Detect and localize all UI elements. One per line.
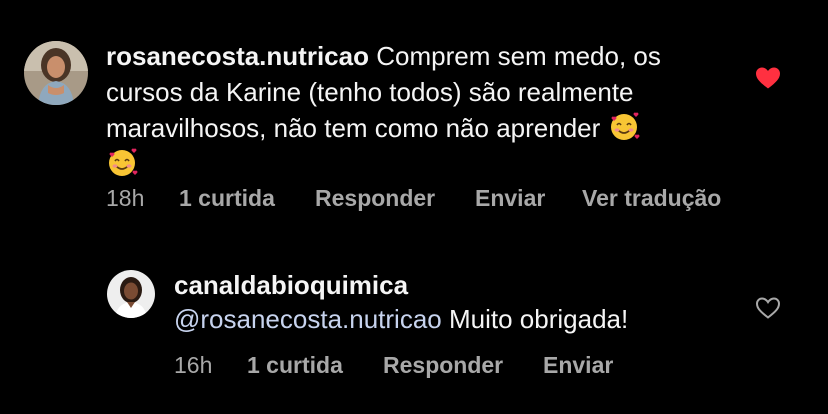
mention-link[interactable]: @rosanecosta.nutricao	[174, 304, 442, 334]
avatar[interactable]	[107, 270, 155, 318]
comment-text-line-3: maravilhosos, não tem como não aprender	[106, 113, 601, 143]
comment-text-line-2: cursos da Karine (tenho todos) são realm…	[106, 77, 634, 107]
comment-item: rosanecosta.nutricao Comprem sem medo, o…	[0, 38, 828, 218]
avatar[interactable]	[24, 41, 88, 105]
comment-likes-count[interactable]: 1 curtida	[179, 185, 275, 212]
reply-button[interactable]: Responder	[315, 185, 435, 212]
send-button[interactable]: Enviar	[543, 352, 613, 379]
like-button[interactable]	[755, 296, 781, 320]
comment-body: rosanecosta.nutricao Comprem sem medo, o…	[106, 38, 728, 182]
smiling-face-with-hearts-icon	[106, 147, 138, 179]
heart-outline-icon	[755, 297, 781, 319]
comment-time: 16h	[174, 352, 213, 378]
like-button[interactable]	[755, 66, 781, 90]
smiling-face-with-hearts-icon	[608, 111, 640, 143]
heart-filled-icon	[756, 67, 780, 89]
reply-comment-item: canaldabioquimica @rosanecosta.nutricao …	[0, 268, 828, 388]
comment-text: Muito obrigada!	[449, 304, 629, 334]
comment-text-line-1: Comprem sem medo, os	[376, 41, 661, 71]
comment-likes-count[interactable]: 1 curtida	[247, 352, 343, 379]
comment-body: canaldabioquimica @rosanecosta.nutricao …	[174, 268, 734, 336]
comments-screen: rosanecosta.nutricao Comprem sem medo, o…	[0, 0, 828, 414]
comment-username[interactable]: rosanecosta.nutricao	[106, 41, 369, 71]
comment-username[interactable]: canaldabioquimica	[174, 270, 408, 300]
send-button[interactable]: Enviar	[475, 185, 545, 212]
comment-time: 18h	[106, 185, 145, 211]
reply-button[interactable]: Responder	[383, 352, 503, 379]
translate-button[interactable]: Ver tradução	[582, 185, 721, 212]
